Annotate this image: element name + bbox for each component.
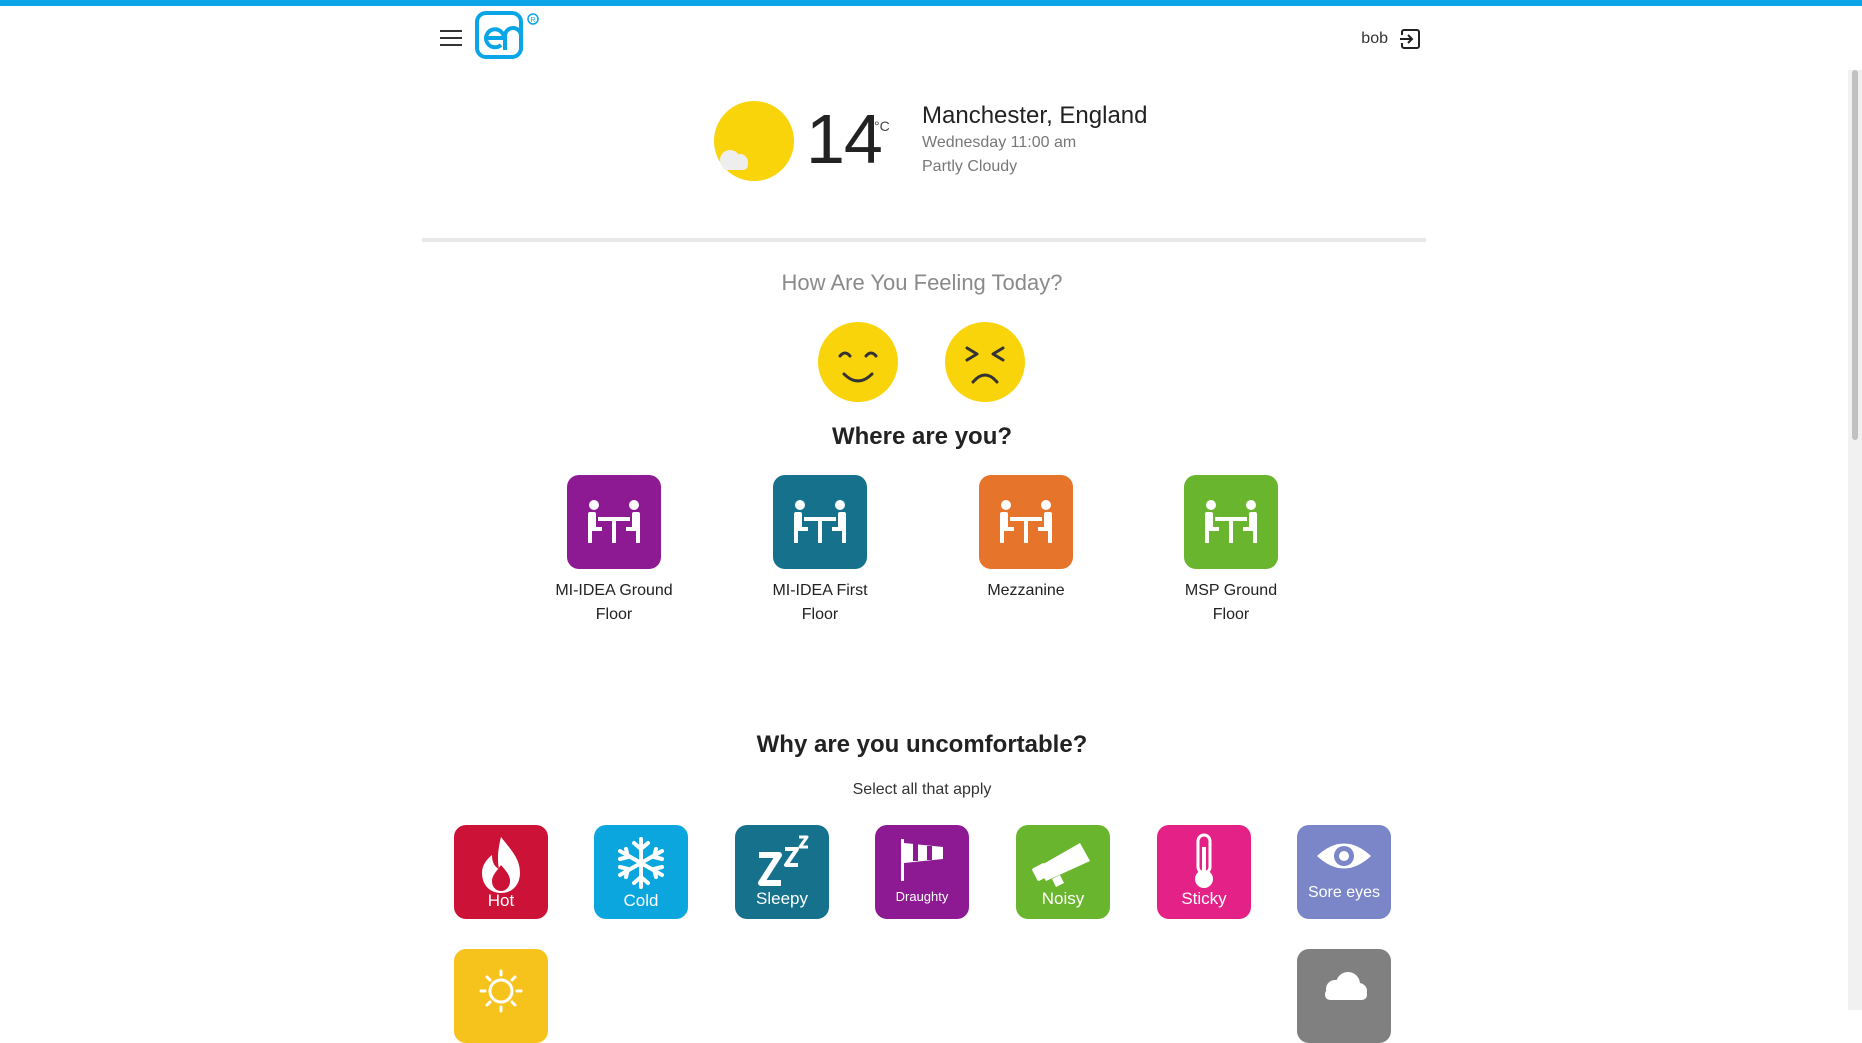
reason-sore-eyes-button[interactable]: Sore eyes bbox=[1297, 825, 1391, 919]
happy-face-icon[interactable] bbox=[818, 322, 898, 402]
reason-bright-button[interactable] bbox=[454, 949, 548, 1043]
unhappy-face-icon[interactable] bbox=[945, 322, 1025, 402]
feeling-options bbox=[818, 322, 1028, 406]
why-hint: Select all that apply bbox=[852, 781, 992, 798]
reason-label: Hot bbox=[487, 891, 515, 910]
meeting-table-icon bbox=[773, 475, 867, 569]
location-tile-mezzanine[interactable]: Mezzanine bbox=[961, 475, 1091, 603]
weather-condition: Partly Cloudy bbox=[922, 158, 1018, 175]
username[interactable]: bob bbox=[1361, 30, 1388, 48]
location-label: MI-IDEA Ground Floor bbox=[555, 582, 673, 623]
meeting-table-icon bbox=[979, 475, 1073, 569]
page-scrollbar[interactable] bbox=[1848, 70, 1862, 1010]
reason-noisy-button[interactable]: Noisy bbox=[1016, 825, 1110, 919]
partly-cloudy-icon bbox=[714, 101, 794, 181]
why-question: Why are you uncomfortable? bbox=[756, 731, 1088, 758]
en-logo-icon[interactable]: R bbox=[475, 10, 541, 60]
location-label: MI-IDEA First Floor bbox=[772, 582, 868, 623]
meeting-table-icon bbox=[1184, 475, 1278, 569]
svg-text:R: R bbox=[530, 17, 535, 24]
reason-label: Sticky bbox=[1181, 889, 1227, 908]
windsock-icon bbox=[901, 839, 943, 881]
meeting-table-icon bbox=[567, 475, 661, 569]
reason-sticky-button[interactable]: Sticky bbox=[1157, 825, 1251, 919]
weather-location: Manchester, England bbox=[922, 102, 1148, 129]
section-divider bbox=[422, 238, 1426, 242]
reason-hot-button[interactable]: Hot bbox=[454, 825, 548, 919]
weather-widget: 14 °C Manchester, England Wednesday 11:0… bbox=[710, 98, 1210, 188]
bright-sun-icon bbox=[479, 969, 523, 1013]
cloud-icon bbox=[1325, 972, 1367, 1000]
weather-datetime: Wednesday 11:00 am bbox=[922, 134, 1077, 151]
temperature-value: 14 bbox=[806, 100, 883, 178]
location-tile-mi-idea-first[interactable]: MI-IDEA First Floor bbox=[755, 475, 885, 627]
reason-cold-button[interactable]: Cold bbox=[594, 825, 688, 919]
reason-cloud-button[interactable] bbox=[1297, 949, 1391, 1043]
eye-icon bbox=[1317, 843, 1371, 869]
reason-sleepy-button[interactable]: Sleepy bbox=[735, 825, 829, 919]
reason-label: Sore eyes bbox=[1307, 884, 1381, 901]
feeling-question: How Are You Feeling Today? bbox=[781, 270, 1063, 295]
logout-icon[interactable] bbox=[1398, 27, 1422, 51]
temperature-unit: °C bbox=[874, 118, 890, 134]
hamburger-menu-icon[interactable] bbox=[440, 30, 462, 46]
location-label: MSP Ground Floor bbox=[1184, 582, 1278, 623]
reason-draughty-button[interactable]: Draughty bbox=[875, 825, 969, 919]
reason-label: Sleepy bbox=[756, 889, 808, 908]
location-label: Mezzanine bbox=[987, 582, 1065, 599]
reason-label: Draughty bbox=[895, 889, 949, 904]
reason-label: Cold bbox=[623, 891, 659, 910]
reason-label: Noisy bbox=[1041, 889, 1085, 908]
top-accent-bar bbox=[0, 0, 1862, 6]
scrollbar-thumb[interactable] bbox=[1852, 70, 1858, 440]
location-tile-msp-ground[interactable]: MSP Ground Floor bbox=[1166, 475, 1296, 627]
where-question: Where are you? bbox=[831, 423, 1013, 450]
location-tile-mi-idea-ground[interactable]: MI-IDEA Ground Floor bbox=[549, 475, 679, 627]
user-menu: bob bbox=[1361, 27, 1422, 51]
